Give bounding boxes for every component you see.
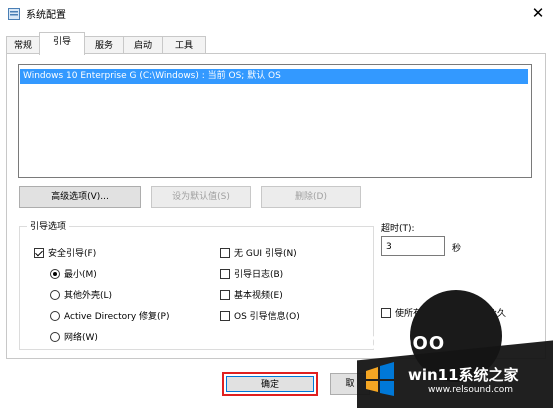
- radio-minimal-label: 最小(M): [64, 270, 97, 280]
- checkbox-unchecked-icon: [220, 289, 230, 300]
- radio-alternate-shell-label: 其他外壳(L): [64, 291, 113, 301]
- radio-selected-icon: [50, 268, 60, 279]
- radio-network[interactable]: 网络(W): [50, 330, 98, 343]
- boot-log-label: 引导日志(B): [234, 270, 284, 280]
- timeout-label: 超时(T):: [381, 224, 415, 234]
- watermark-url: www.relsound.com: [428, 385, 514, 395]
- tab-boot[interactable]: 引导: [39, 32, 85, 55]
- radio-minimal[interactable]: 最小(M): [50, 267, 97, 280]
- os-boot-info-checkbox[interactable]: OS 引导信息(O): [220, 309, 300, 322]
- radio-unselected-icon: [50, 289, 60, 300]
- no-gui-boot-checkbox[interactable]: 无 GUI 引导(N): [220, 246, 297, 259]
- timeout-unit: 秒: [452, 244, 462, 254]
- radio-active-directory-repair[interactable]: Active Directory 修复(P): [50, 309, 170, 322]
- radio-alternate-shell[interactable]: 其他外壳(L): [50, 288, 112, 301]
- ok-button[interactable]: 确定: [226, 376, 314, 392]
- no-gui-boot-label: 无 GUI 引导(N): [234, 249, 297, 259]
- radio-unselected-icon: [50, 310, 60, 321]
- timeout-input[interactable]: 3: [381, 236, 445, 256]
- title-bar: [0, 0, 553, 26]
- watermark-overlay-text: DOOOO: [364, 333, 446, 354]
- os-boot-info-label: OS 引导信息(O): [234, 312, 300, 322]
- boot-os-list[interactable]: Windows 10 Enterprise G (C:\Windows) : 当…: [18, 64, 532, 178]
- safe-boot-label: 安全引导(F): [48, 249, 97, 259]
- radio-unselected-icon: [50, 331, 60, 342]
- checkbox-unchecked-icon: [220, 310, 230, 321]
- window-title: 系统配置: [26, 10, 66, 21]
- delete-button[interactable]: 删除(D): [261, 186, 361, 208]
- system-config-icon: [8, 8, 20, 20]
- base-video-checkbox[interactable]: 基本视频(E): [220, 288, 283, 301]
- checkbox-checked-icon: [34, 247, 44, 258]
- watermark-logo-icon: [366, 362, 394, 396]
- checkbox-unchecked-icon: [220, 247, 230, 258]
- checkbox-unchecked-icon: [381, 307, 391, 318]
- radio-ad-repair-label: Active Directory 修复(P): [64, 312, 170, 322]
- checkbox-unchecked-icon: [220, 268, 230, 279]
- safe-boot-checkbox[interactable]: 安全引导(F): [34, 246, 96, 259]
- set-default-button[interactable]: 设为默认值(S): [151, 186, 251, 208]
- boot-options-label: 引导选项: [27, 219, 70, 232]
- base-video-label: 基本视频(E): [234, 291, 283, 301]
- radio-network-label: 网络(W): [64, 333, 98, 343]
- watermark-brand: win11系统之家: [408, 366, 519, 384]
- boot-os-item[interactable]: Windows 10 Enterprise G (C:\Windows) : 当…: [20, 69, 528, 84]
- boot-log-checkbox[interactable]: 引导日志(B): [220, 267, 283, 280]
- close-button[interactable]: ✕: [526, 2, 550, 24]
- ok-button-highlight: 确定: [222, 372, 318, 396]
- advanced-options-button[interactable]: 高级选项(V)...: [19, 186, 141, 208]
